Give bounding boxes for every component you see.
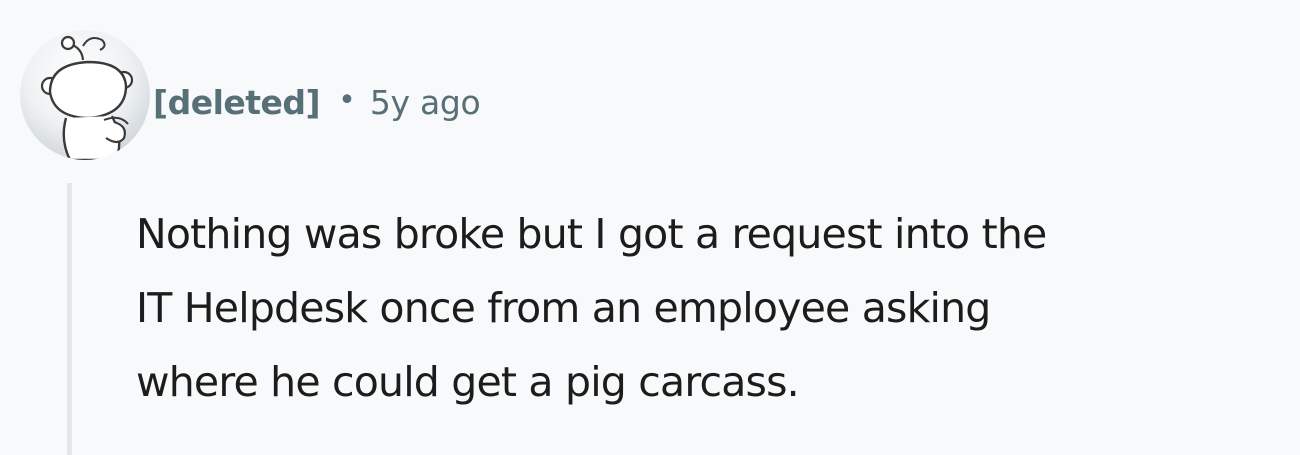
snoo-avatar-icon[interactable] xyxy=(20,30,150,160)
meta-separator: • xyxy=(338,82,356,118)
comment-body: Nothing was broke but I got a request in… xyxy=(136,197,1296,419)
comment-body-line: IT Helpdesk once from an employee asking xyxy=(136,284,991,332)
comment-timestamp: 5y ago xyxy=(369,82,481,122)
snoo-avatar-graphic xyxy=(20,30,150,160)
comment-meta: [deleted] • 5y ago xyxy=(153,74,481,130)
author-name[interactable]: [deleted] xyxy=(153,83,321,122)
thread-line[interactable] xyxy=(67,183,72,455)
comment-body-line: Nothing was broke but I got a request in… xyxy=(136,210,1047,258)
comment: [deleted] • 5y ago Nothing was broke but… xyxy=(0,0,1300,455)
comment-body-line: where he could get a pig carcass. xyxy=(136,358,800,406)
